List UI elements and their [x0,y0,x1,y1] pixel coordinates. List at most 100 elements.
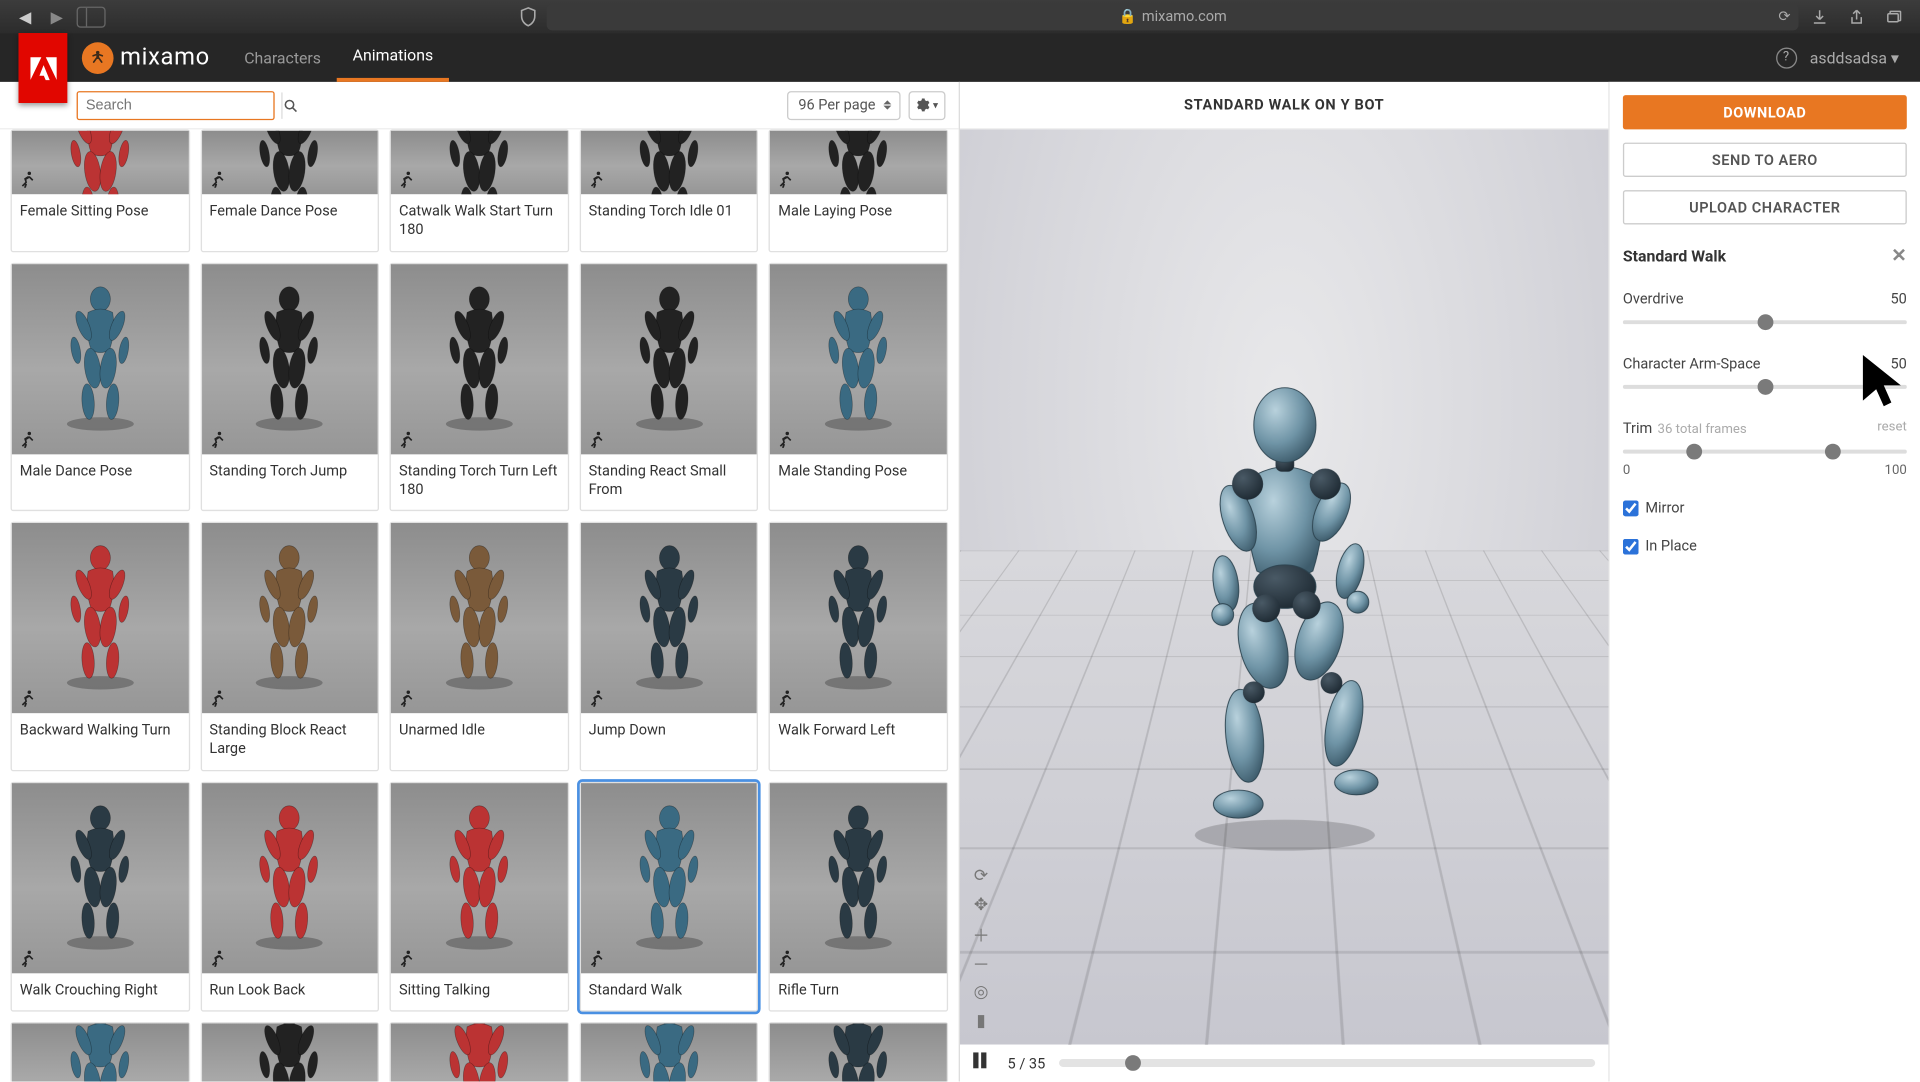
animation-title: Sitting Talking [391,973,567,1010]
animation-card[interactable] [579,1022,758,1081]
animation-thumbnail [391,1023,567,1081]
zoom-in-icon[interactable]: ＋ [971,923,992,944]
mirror-checkbox[interactable]: Mirror [1623,499,1907,516]
animation-thumbnail [770,264,946,454]
animation-card[interactable]: Standing Block React Large [200,522,379,771]
animation-thumbnail [581,131,757,194]
animation-thumbnail [202,131,378,194]
animation-card[interactable]: Jump Down [579,522,758,771]
animation-title: Catwalk Walk Start Turn 180 [391,194,567,250]
slider-armspace[interactable] [1623,378,1907,396]
mixamo-logo[interactable]: mixamo [82,42,210,74]
adobe-logo[interactable] [18,33,67,103]
search-box [77,90,275,119]
animation-card[interactable]: Standing React Small From [579,262,758,511]
param-overdrive-label: Overdrive [1623,291,1684,308]
grid-settings-button[interactable] [909,90,946,119]
animation-card[interactable]: Unarmed Idle [390,522,569,771]
privacy-shield-icon[interactable] [518,6,539,27]
focus-icon[interactable]: ◎ [971,981,992,1002]
animation-card[interactable]: Female Sitting Pose [11,129,190,251]
inplace-input[interactable] [1623,538,1639,554]
search-button[interactable] [281,92,298,118]
animation-thumbnail [770,131,946,194]
user-menu[interactable]: asddsadsa ▾ [1810,48,1899,66]
browser-forward-button[interactable]: ▶ [45,5,69,29]
animation-thumbnail [202,1023,378,1081]
timeline-thumb[interactable] [1126,1055,1142,1071]
animation-thumbnail [770,523,946,713]
animation-thumbnail [581,783,757,973]
search-input[interactable] [78,97,281,113]
animation-title: Standing Torch Idle 01 [581,194,757,231]
mirror-input[interactable] [1623,500,1639,516]
timeline-track[interactable] [1058,1059,1595,1067]
animation-card[interactable] [200,1022,379,1081]
browser-sidebar-toggle[interactable] [77,6,106,27]
animation-card[interactable]: Sitting Talking [390,781,569,1011]
camera-icon[interactable]: ▮ [971,1010,992,1031]
animation-thumbnail [391,131,567,194]
upload-character-button[interactable]: UPLOAD CHARACTER [1623,190,1907,224]
animation-card[interactable] [769,1022,948,1081]
animation-card[interactable]: Male Standing Pose [769,262,948,511]
animation-name: Standard Walk [1623,247,1726,265]
animation-title: Female Sitting Pose [12,194,188,231]
animation-card[interactable]: Backward Walking Turn [11,522,190,771]
per-page-select[interactable]: 96 Per page [786,90,900,119]
send-to-aero-button[interactable]: SEND TO AERO [1623,143,1907,177]
help-icon[interactable]: ? [1775,47,1796,68]
orbit-icon[interactable]: ⟳ [971,865,992,886]
animation-card[interactable] [11,1022,190,1081]
tab-animations[interactable]: Animations [337,33,449,82]
animation-card[interactable] [390,1022,569,1081]
zoom-out-icon[interactable]: － [971,952,992,973]
trim-reset[interactable]: reset [1877,420,1907,437]
animation-title: Male Dance Pose [12,454,188,491]
animation-title: Standing Torch Turn Left 180 [391,454,567,510]
slider-overdrive[interactable] [1623,313,1907,331]
animation-card[interactable]: Walk Crouching Right [11,781,190,1011]
inplace-checkbox[interactable]: In Place [1623,537,1907,554]
tab-characters[interactable]: Characters [228,33,336,82]
animation-title: Standing React Small From [581,454,757,510]
animation-title: Male Standing Pose [770,454,946,491]
animation-thumbnail [12,131,188,194]
tabs-icon[interactable] [1880,3,1906,29]
animation-card[interactable]: Rifle Turn [769,781,948,1011]
viewport-toolbar: ⟳ ✥ ＋ － ◎ ▮ [971,865,992,1031]
animation-card[interactable]: Run Look Back [200,781,379,1011]
animation-thumbnail [581,1023,757,1081]
close-panel-icon[interactable]: ✕ [1891,246,1906,267]
preview-viewport[interactable]: ⟳ ✥ ＋ － ◎ ▮ [960,129,1608,1044]
animation-card[interactable]: Male Dance Pose [11,262,190,511]
download-icon[interactable] [1806,3,1832,29]
frame-counter: 5 / 35 [1008,1054,1046,1071]
animation-thumbnail [202,264,378,454]
animation-thumbnail [202,783,378,973]
animation-card[interactable]: Catwalk Walk Start Turn 180 [390,129,569,251]
animation-grid-scroll[interactable]: Female Sitting Pose Female Dance Pose [0,129,959,1081]
animation-card[interactable]: Walk Forward Left [769,522,948,771]
animation-card[interactable]: Standing Torch Turn Left 180 [390,262,569,511]
animation-card[interactable]: Standing Torch Idle 01 [579,129,758,251]
animation-title: Jump Down [581,713,757,750]
animation-title: Standard Walk [581,973,757,1010]
browser-back-button[interactable]: ◀ [13,5,37,29]
share-icon[interactable] [1843,3,1869,29]
animation-thumbnail [770,783,946,973]
pan-icon[interactable]: ✥ [971,894,992,915]
slider-trim[interactable] [1623,442,1907,460]
animation-thumbnail [12,523,188,713]
pause-button[interactable] [973,1052,994,1073]
animation-card[interactable]: Standard Walk [579,781,758,1011]
reload-icon[interactable]: ⟳ [1778,8,1790,25]
download-button[interactable]: DOWNLOAD [1623,95,1907,129]
browser-address-bar[interactable]: 🔒 mixamo.com ⟳ [547,3,1799,29]
animation-card[interactable]: Male Laying Pose [769,129,948,251]
animation-card[interactable]: Standing Torch Jump [200,262,379,511]
properties-panel: DOWNLOAD SEND TO AERO UPLOAD CHARACTER S… [1610,82,1920,1082]
animation-card[interactable]: Female Dance Pose [200,129,379,251]
animation-thumbnail [12,783,188,973]
animation-title: Female Dance Pose [202,194,378,231]
